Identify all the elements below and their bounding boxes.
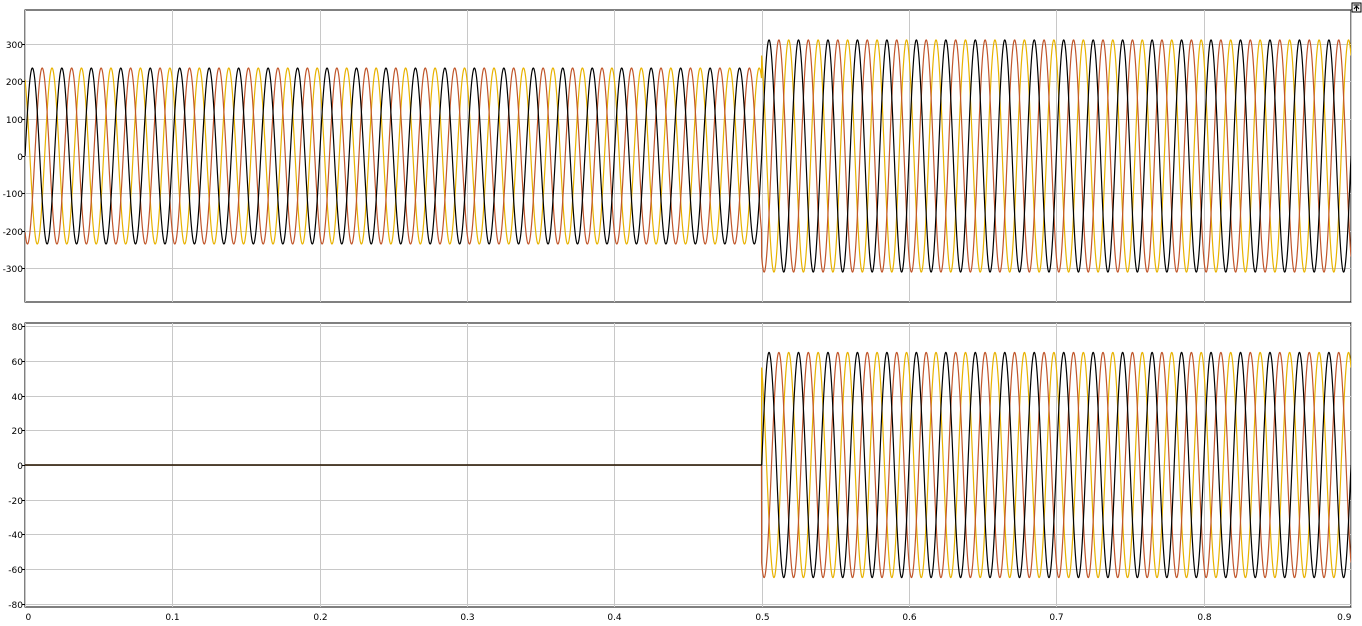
scope-figure: -300-200-1000100200300 -80-60-40-2002040… <box>0 0 1362 626</box>
y-tick-label: -80 <box>8 601 23 611</box>
y-tick-label: -40 <box>8 531 23 541</box>
y-tick-label: -300 <box>3 265 24 275</box>
x-tick-label: 0.5 <box>755 613 769 623</box>
y-tick-label: 0 <box>17 153 23 163</box>
x-tick-label: 0.4 <box>607 613 622 623</box>
x-tick-label: 0.6 <box>902 613 917 623</box>
y-tick-label: -200 <box>3 228 24 238</box>
top-axes-voltage: -300 -200 -100 0 100 200 300 <box>3 9 1352 303</box>
x-tick-label: 0.7 <box>1049 613 1063 623</box>
x-tick-label: 0.8 <box>1197 613 1212 623</box>
x-tick-label: 0 <box>26 613 32 623</box>
x-tick-label: 0.3 <box>460 613 474 623</box>
x-tick-label: 0.9 <box>1337 613 1352 623</box>
y-tick-label: 80 <box>12 323 24 333</box>
y-tick-label: 0 <box>17 462 23 472</box>
y-tick-label: 20 <box>12 427 24 437</box>
y-tick-label: 40 <box>12 393 24 403</box>
bottom-axes-current: -80 -60 -40 -20 0 20 40 60 80 0 0.1 0.2 0.3 0.4 0.5 0.6… <box>8 322 1352 623</box>
y-tick-label: -60 <box>8 566 23 576</box>
restore-axes-button[interactable] <box>1351 2 1362 13</box>
x-tick-label: 0.1 <box>165 613 179 623</box>
y-tick-label: -20 <box>8 497 23 507</box>
y-tick-label: -100 <box>3 190 24 200</box>
y-tick-label: 100 <box>6 116 23 126</box>
y-tick-label: 60 <box>12 358 24 368</box>
x-tick-label: 0.2 <box>313 613 327 623</box>
y-tick-label: 200 <box>6 78 23 88</box>
y-tick-label: 300 <box>6 41 23 51</box>
